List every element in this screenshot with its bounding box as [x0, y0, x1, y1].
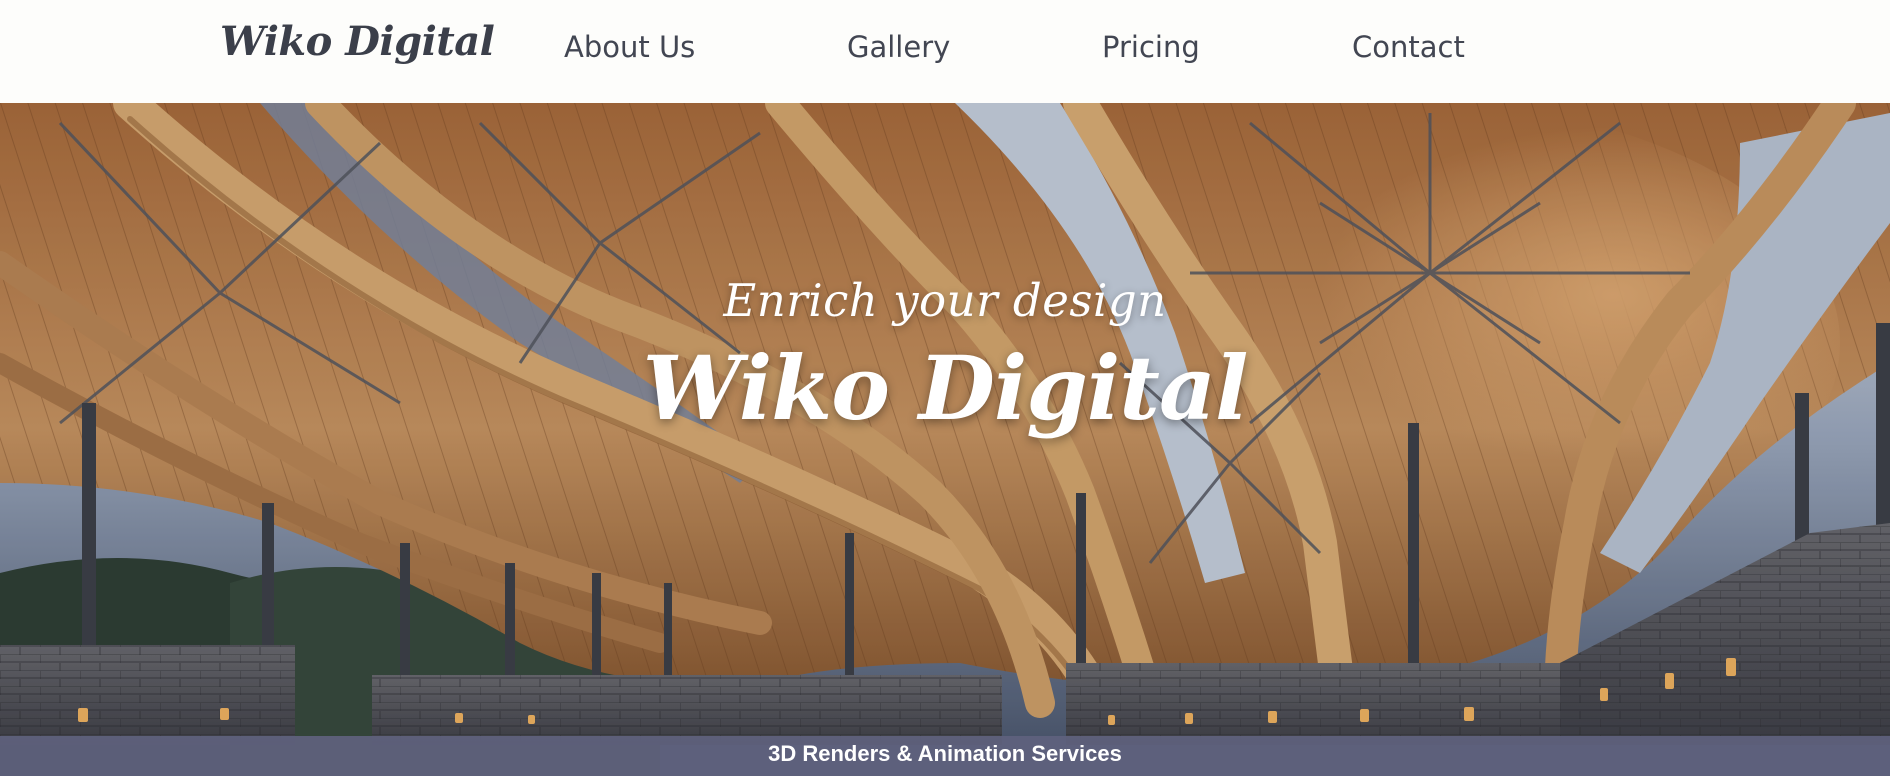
nav-link-gallery[interactable]: Gallery [847, 30, 950, 64]
nav-link-about-us[interactable]: About Us [564, 30, 695, 64]
site-logo[interactable]: Wiko Digital [220, 18, 495, 65]
services-banner-text: 3D Renders & Animation Services [768, 741, 1122, 766]
nav-link-pricing[interactable]: Pricing [1102, 30, 1200, 64]
nav-link-contact[interactable]: Contact [1352, 30, 1465, 64]
services-banner: 3D Renders & Animation Services [0, 736, 1890, 776]
hero-tagline: Enrich your design [723, 274, 1167, 327]
site-header: Wiko Digital About Us Gallery Pricing Co… [0, 0, 1890, 103]
hero-section: Enrich your design Wiko Digital 3D Rende… [0, 103, 1890, 776]
hero-title: Wiko Digital [642, 336, 1249, 440]
